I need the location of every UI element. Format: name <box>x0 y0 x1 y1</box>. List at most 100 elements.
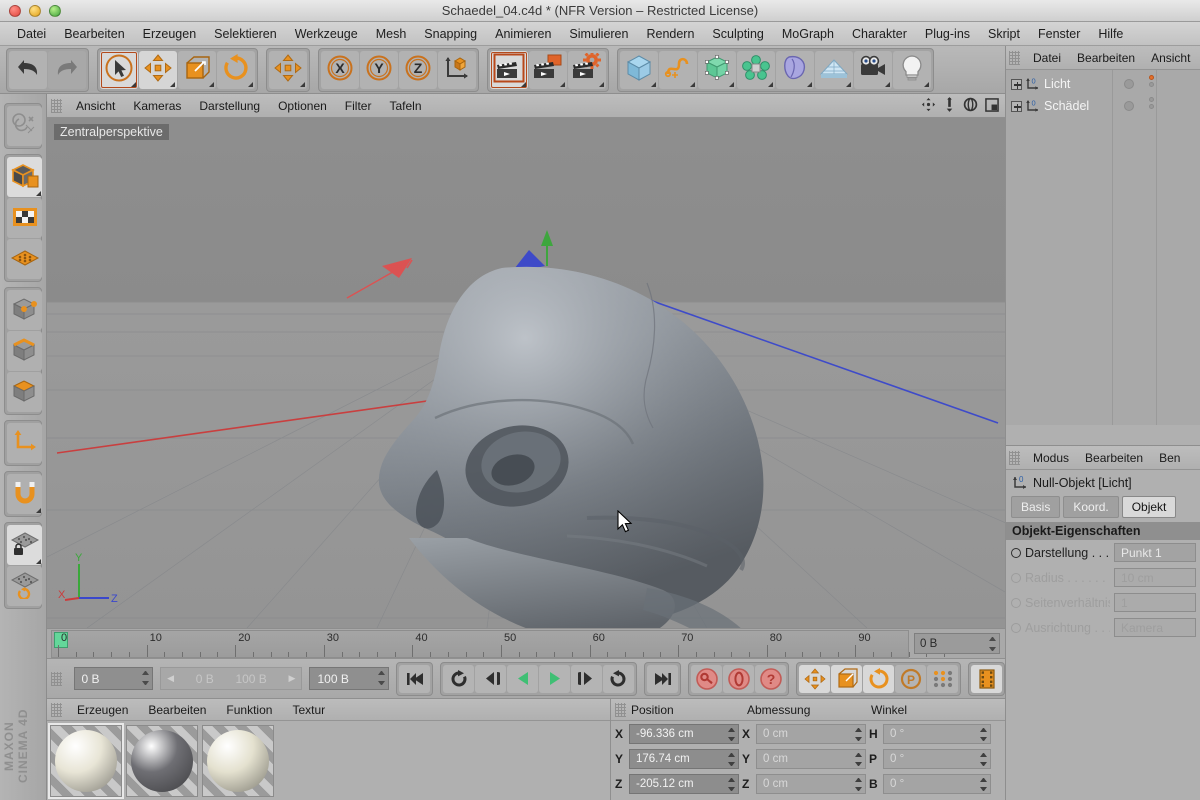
spinner-icon[interactable] <box>855 727 862 741</box>
expand-toggle-icon[interactable] <box>1011 100 1022 112</box>
axis-z-button[interactable]: Z <box>399 50 437 89</box>
range-right-arrow-icon[interactable]: ▶ <box>289 673 296 684</box>
key-parameter-button[interactable]: P <box>895 664 926 693</box>
material-swatch[interactable] <box>126 725 198 797</box>
popup-corner-icon[interactable] <box>690 81 695 87</box>
magnet-button[interactable] <box>7 474 42 514</box>
popup-corner-icon[interactable] <box>248 81 253 87</box>
attribute-menu-bearbeiten[interactable]: Bearbeiten <box>1077 449 1151 467</box>
play-button[interactable] <box>539 664 570 693</box>
property-value-field[interactable]: Punkt 1 <box>1114 543 1196 562</box>
material-swatch[interactable] <box>202 725 274 797</box>
angle-field-p[interactable]: 0 ° <box>883 748 991 769</box>
material-menu-textur[interactable]: Textur <box>282 701 335 719</box>
object-visibility-dots[interactable] <box>1124 79 1134 89</box>
popup-corner-icon[interactable] <box>885 81 890 87</box>
size-field-y[interactable]: 0 cm <box>756 748 866 769</box>
popup-corner-icon[interactable] <box>807 81 812 87</box>
popup-corner-icon[interactable] <box>131 81 136 87</box>
spinner-icon[interactable] <box>855 752 862 766</box>
object-menu-datei[interactable]: Datei <box>1025 49 1069 67</box>
menu-item-fenster[interactable]: Fenster <box>1029 25 1089 43</box>
viewport-menu-kameras[interactable]: Kameras <box>124 97 190 115</box>
popup-corner-icon[interactable] <box>729 81 734 87</box>
material-menu-bearbeiten[interactable]: Bearbeiten <box>138 701 216 719</box>
object-row[interactable]: 0 Schädel <box>1006 95 1200 117</box>
object-manager[interactable]: 0 Licht 0 Schädel <box>1006 70 1200 425</box>
attribute-tab-objekt[interactable]: Objekt <box>1121 496 1177 518</box>
edges-mode-button[interactable] <box>7 331 42 371</box>
menu-item-mesh[interactable]: Mesh <box>367 25 416 43</box>
spinner-icon[interactable] <box>980 752 987 766</box>
move-button[interactable] <box>139 50 177 89</box>
current-time-field[interactable]: 0 B <box>73 667 154 690</box>
key-rotation-button[interactable] <box>863 664 894 693</box>
spinner-icon[interactable] <box>989 637 996 651</box>
time-range-field[interactable]: ◀ 0 B 100 B ▶ <box>160 667 303 690</box>
play-back-button[interactable] <box>507 664 538 693</box>
spinner-icon[interactable] <box>728 777 735 791</box>
material-swatch[interactable] <box>50 725 122 797</box>
select-arrow-button[interactable] <box>100 50 138 89</box>
record-key-button[interactable] <box>691 664 722 693</box>
popup-corner-icon[interactable] <box>599 81 604 87</box>
size-field-x[interactable]: 0 cm <box>756 723 866 744</box>
rotate-button[interactable] <box>217 50 255 89</box>
menu-item-rendern[interactable]: Rendern <box>637 25 703 43</box>
popup-corner-icon[interactable] <box>170 81 175 87</box>
spline-button[interactable] <box>659 50 697 89</box>
texture-mode-button[interactable] <box>7 198 42 238</box>
size-field-z[interactable]: 0 cm <box>756 773 866 794</box>
key-scale-button[interactable] <box>831 664 862 693</box>
object-menu-ansicht[interactable]: Ansicht <box>1143 49 1198 67</box>
timeline-ruler[interactable]: 0102030405060708090100 <box>51 629 965 658</box>
property-toggle-icon[interactable] <box>1011 622 1021 633</box>
hypernurbs-button[interactable] <box>698 50 736 89</box>
cube-button[interactable] <box>620 50 658 89</box>
visibility-dot[interactable] <box>1124 101 1134 111</box>
axis-modify-button[interactable] <box>7 423 42 463</box>
timeline-button[interactable] <box>971 664 1002 693</box>
render-settings-button[interactable] <box>568 50 606 89</box>
property-value-field[interactable]: Kamera <box>1114 618 1196 637</box>
menu-item-snapping[interactable]: Snapping <box>415 25 486 43</box>
render-view-button[interactable] <box>490 50 528 89</box>
attribute-menu-modus[interactable]: Modus <box>1025 449 1077 467</box>
viewport-menu-ansicht[interactable]: Ansicht <box>67 97 124 115</box>
position-field-z[interactable]: -205.12 cm <box>629 773 739 794</box>
dope-sheet-button[interactable] <box>927 664 958 693</box>
light-button[interactable] <box>893 50 931 89</box>
property-value-field[interactable]: 10 cm <box>1114 568 1196 587</box>
go-to-end-button[interactable] <box>647 664 678 693</box>
viewport-menu-tafeln[interactable]: Tafeln <box>380 97 430 115</box>
menu-item-erzeugen[interactable]: Erzeugen <box>134 25 206 43</box>
property-toggle-icon[interactable] <box>1011 547 1021 558</box>
material-menu-erzeugen[interactable]: Erzeugen <box>67 701 138 719</box>
property-value-field[interactable]: 1 <box>1114 593 1196 612</box>
range-left-arrow-icon[interactable]: ◀ <box>167 673 174 684</box>
popup-corner-icon[interactable] <box>209 81 214 87</box>
menu-item-hilfe[interactable]: Hilfe <box>1089 25 1132 43</box>
step-back-button[interactable] <box>475 664 506 693</box>
step-forward-button[interactable] <box>571 664 602 693</box>
orbit-icon[interactable] <box>963 97 978 112</box>
menu-item-simulieren[interactable]: Simulieren <box>560 25 637 43</box>
spinner-icon[interactable] <box>378 671 385 685</box>
redo-button[interactable] <box>48 50 86 89</box>
popup-corner-icon[interactable] <box>36 559 41 564</box>
menu-item-bearbeiten[interactable]: Bearbeiten <box>55 25 133 43</box>
spinner-icon[interactable] <box>142 671 150 685</box>
editor-visibility-dot[interactable] <box>1149 75 1154 80</box>
undo-button[interactable] <box>9 50 47 89</box>
object-editor-dots[interactable] <box>1149 75 1154 87</box>
position-field-x[interactable]: -96.336 cm <box>629 723 739 744</box>
attribute-tab-koord[interactable]: Koord. <box>1063 496 1119 518</box>
popup-corner-icon[interactable] <box>521 81 526 87</box>
pan-icon[interactable] <box>921 97 936 112</box>
spinner-icon[interactable] <box>728 727 735 741</box>
position-field-y[interactable]: 176.74 cm <box>629 748 739 769</box>
panel-grip-icon[interactable] <box>51 702 62 717</box>
popup-corner-icon[interactable] <box>846 81 851 87</box>
panel-grip-icon[interactable] <box>1009 50 1020 65</box>
visibility-dot[interactable] <box>1124 79 1134 89</box>
